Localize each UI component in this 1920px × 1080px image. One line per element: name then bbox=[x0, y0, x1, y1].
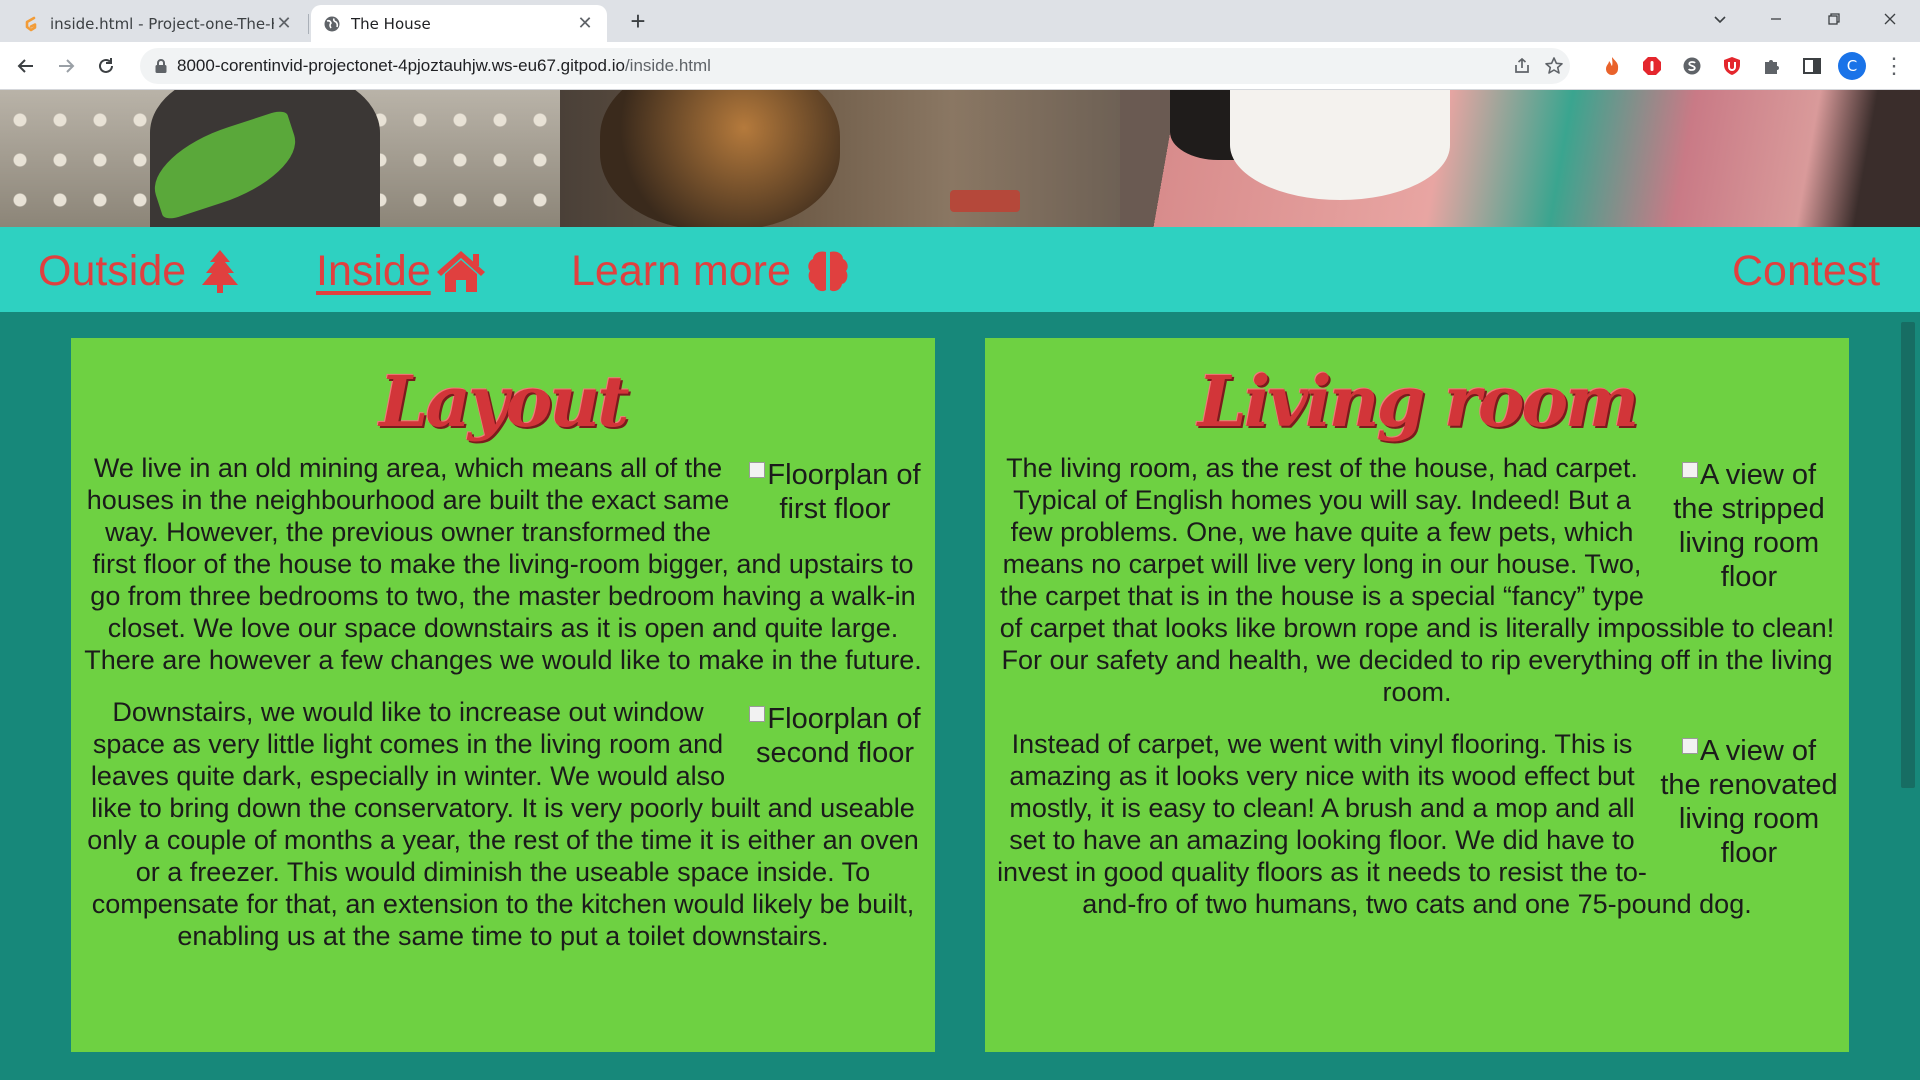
url-path: /inside.html bbox=[624, 56, 711, 75]
nav-label: Learn more bbox=[571, 246, 791, 295]
more-menu-icon[interactable]: ⋮ bbox=[1880, 52, 1908, 80]
tab-search-chevron-icon[interactable] bbox=[1692, 0, 1748, 38]
nav-label: Inside bbox=[316, 246, 431, 295]
address-bar[interactable]: 8000-corentinvid-projectonet-4pjoztauhjw… bbox=[140, 48, 1570, 84]
floorplan-second-floor-image: Floorplan of second floor bbox=[745, 696, 925, 770]
broom-figure bbox=[950, 190, 1020, 212]
broken-image-icon bbox=[1681, 462, 1698, 478]
nav-link-outside[interactable]: Outside bbox=[38, 247, 240, 295]
card-title: Living room bbox=[1197, 360, 1640, 443]
tab-divider bbox=[308, 14, 309, 34]
image-alt-text: Floorplan of second floor bbox=[756, 703, 921, 769]
close-tab-icon[interactable]: ✕ bbox=[274, 13, 294, 34]
card-layout: Layout Floorplan of first floor We live … bbox=[71, 338, 935, 1052]
bookmark-star-icon[interactable] bbox=[1542, 54, 1566, 78]
extension-shield-icon[interactable] bbox=[1718, 52, 1746, 80]
stripped-floor-image: A view of the stripped living room floor bbox=[1659, 452, 1839, 594]
image-alt-text: A view of the renovated living room floo… bbox=[1660, 735, 1838, 869]
card-living-room: Living room A view of the stripped livin… bbox=[985, 338, 1849, 1052]
browser-toolbar: 8000-corentinvid-projectonet-4pjoztauhjw… bbox=[0, 42, 1920, 90]
tree-icon bbox=[200, 248, 240, 294]
profile-avatar[interactable]: C bbox=[1838, 52, 1866, 80]
globe-icon bbox=[323, 15, 341, 33]
side-panel-icon[interactable] bbox=[1798, 52, 1826, 80]
image-alt-text: Floorplan of first floor bbox=[767, 459, 921, 525]
tab-title: inside.html - Project-one-The-Ho bbox=[50, 14, 274, 33]
tab-title: The House bbox=[351, 14, 431, 33]
nav-label: Contest bbox=[1732, 246, 1881, 295]
close-tab-icon[interactable]: ✕ bbox=[575, 13, 595, 34]
extension-adblock-icon[interactable] bbox=[1638, 52, 1666, 80]
cat-paws-figure bbox=[1230, 90, 1450, 200]
nav-label: Outside bbox=[38, 246, 187, 295]
extension-skype-icon[interactable] bbox=[1678, 52, 1706, 80]
lock-icon[interactable] bbox=[152, 57, 170, 75]
reload-icon[interactable] bbox=[90, 50, 122, 82]
gitpod-icon bbox=[22, 15, 40, 33]
tab-the-house[interactable]: The House ✕ bbox=[311, 5, 607, 42]
back-arrow-icon[interactable] bbox=[10, 50, 42, 82]
extension-fire-icon[interactable] bbox=[1598, 52, 1626, 80]
page-scrollbar[interactable] bbox=[1901, 322, 1915, 788]
close-window-icon[interactable] bbox=[1862, 0, 1918, 38]
site-navbar: Outside Inside Learn more Contest bbox=[0, 227, 1920, 312]
nav-link-learn-more[interactable]: Learn more bbox=[571, 247, 851, 295]
broken-image-icon bbox=[749, 706, 766, 722]
image-alt-text: A view of the stripped living room floor bbox=[1673, 459, 1825, 593]
url-host: 8000-corentinvid-projectonet-4pjoztauhjw… bbox=[177, 56, 625, 75]
nav-link-inside[interactable]: Inside bbox=[316, 247, 487, 295]
hero-banner-image bbox=[0, 90, 1920, 227]
minimize-icon[interactable] bbox=[1748, 0, 1804, 38]
broken-image-icon bbox=[1681, 738, 1698, 754]
browser-tab-strip: inside.html - Project-one-The-Ho ✕ The H… bbox=[0, 0, 1920, 42]
tab-inside-html[interactable]: inside.html - Project-one-The-Ho ✕ bbox=[10, 5, 306, 42]
renovated-floor-image: A view of the renovated living room floo… bbox=[1659, 728, 1839, 870]
extensions-puzzle-icon[interactable] bbox=[1758, 52, 1786, 80]
nav-link-contest[interactable]: Contest bbox=[1732, 247, 1880, 295]
broken-image-icon bbox=[749, 462, 766, 478]
url-text: 8000-corentinvid-projectonet-4pjoztauhjw… bbox=[177, 56, 711, 76]
brain-icon bbox=[805, 248, 851, 294]
new-tab-button[interactable]: + bbox=[622, 6, 654, 38]
card-title: Layout bbox=[379, 360, 629, 443]
floorplan-first-floor-image: Floorplan of first floor bbox=[745, 452, 925, 526]
dog-figure bbox=[600, 90, 840, 227]
restore-icon[interactable] bbox=[1806, 0, 1862, 38]
house-icon bbox=[435, 248, 487, 294]
share-icon[interactable] bbox=[1510, 54, 1534, 78]
forward-arrow-icon[interactable] bbox=[50, 50, 82, 82]
